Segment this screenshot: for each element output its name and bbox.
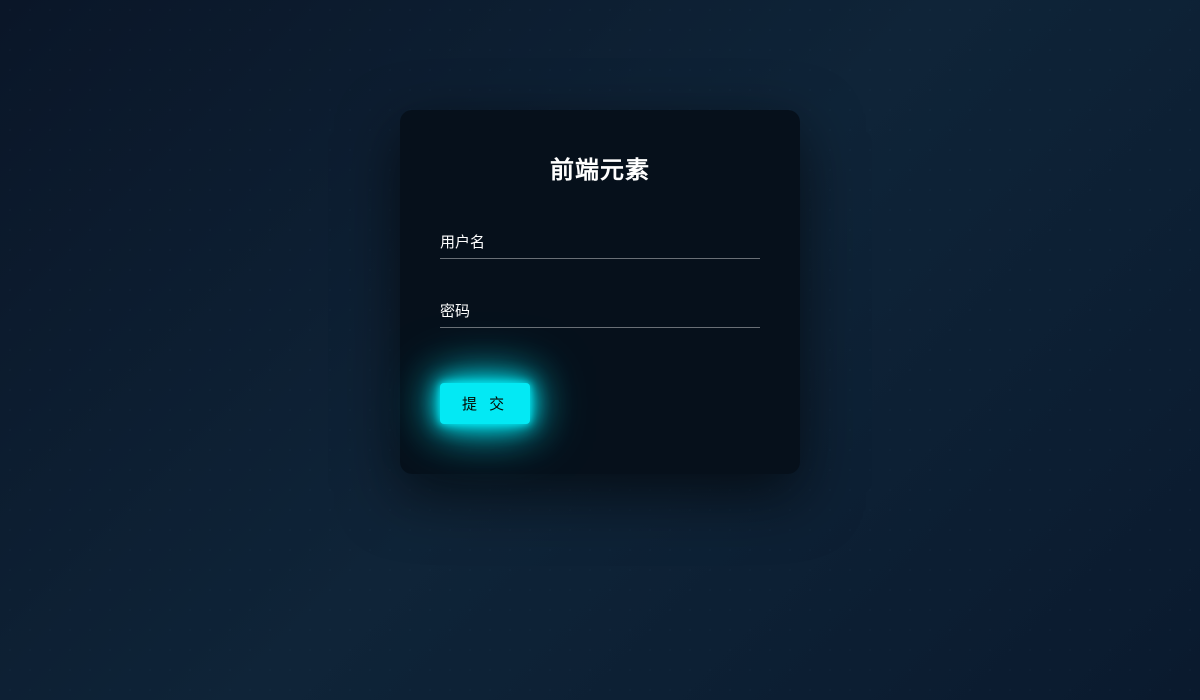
password-group: 密码 — [440, 294, 760, 328]
submit-button[interactable]: 提 交 — [440, 383, 530, 424]
username-input[interactable] — [440, 225, 760, 259]
password-input[interactable] — [440, 294, 760, 328]
login-card: 前端元素 用户名 密码 提 交 — [400, 110, 800, 474]
card-title: 前端元素 — [440, 150, 760, 185]
username-group: 用户名 — [440, 225, 760, 259]
